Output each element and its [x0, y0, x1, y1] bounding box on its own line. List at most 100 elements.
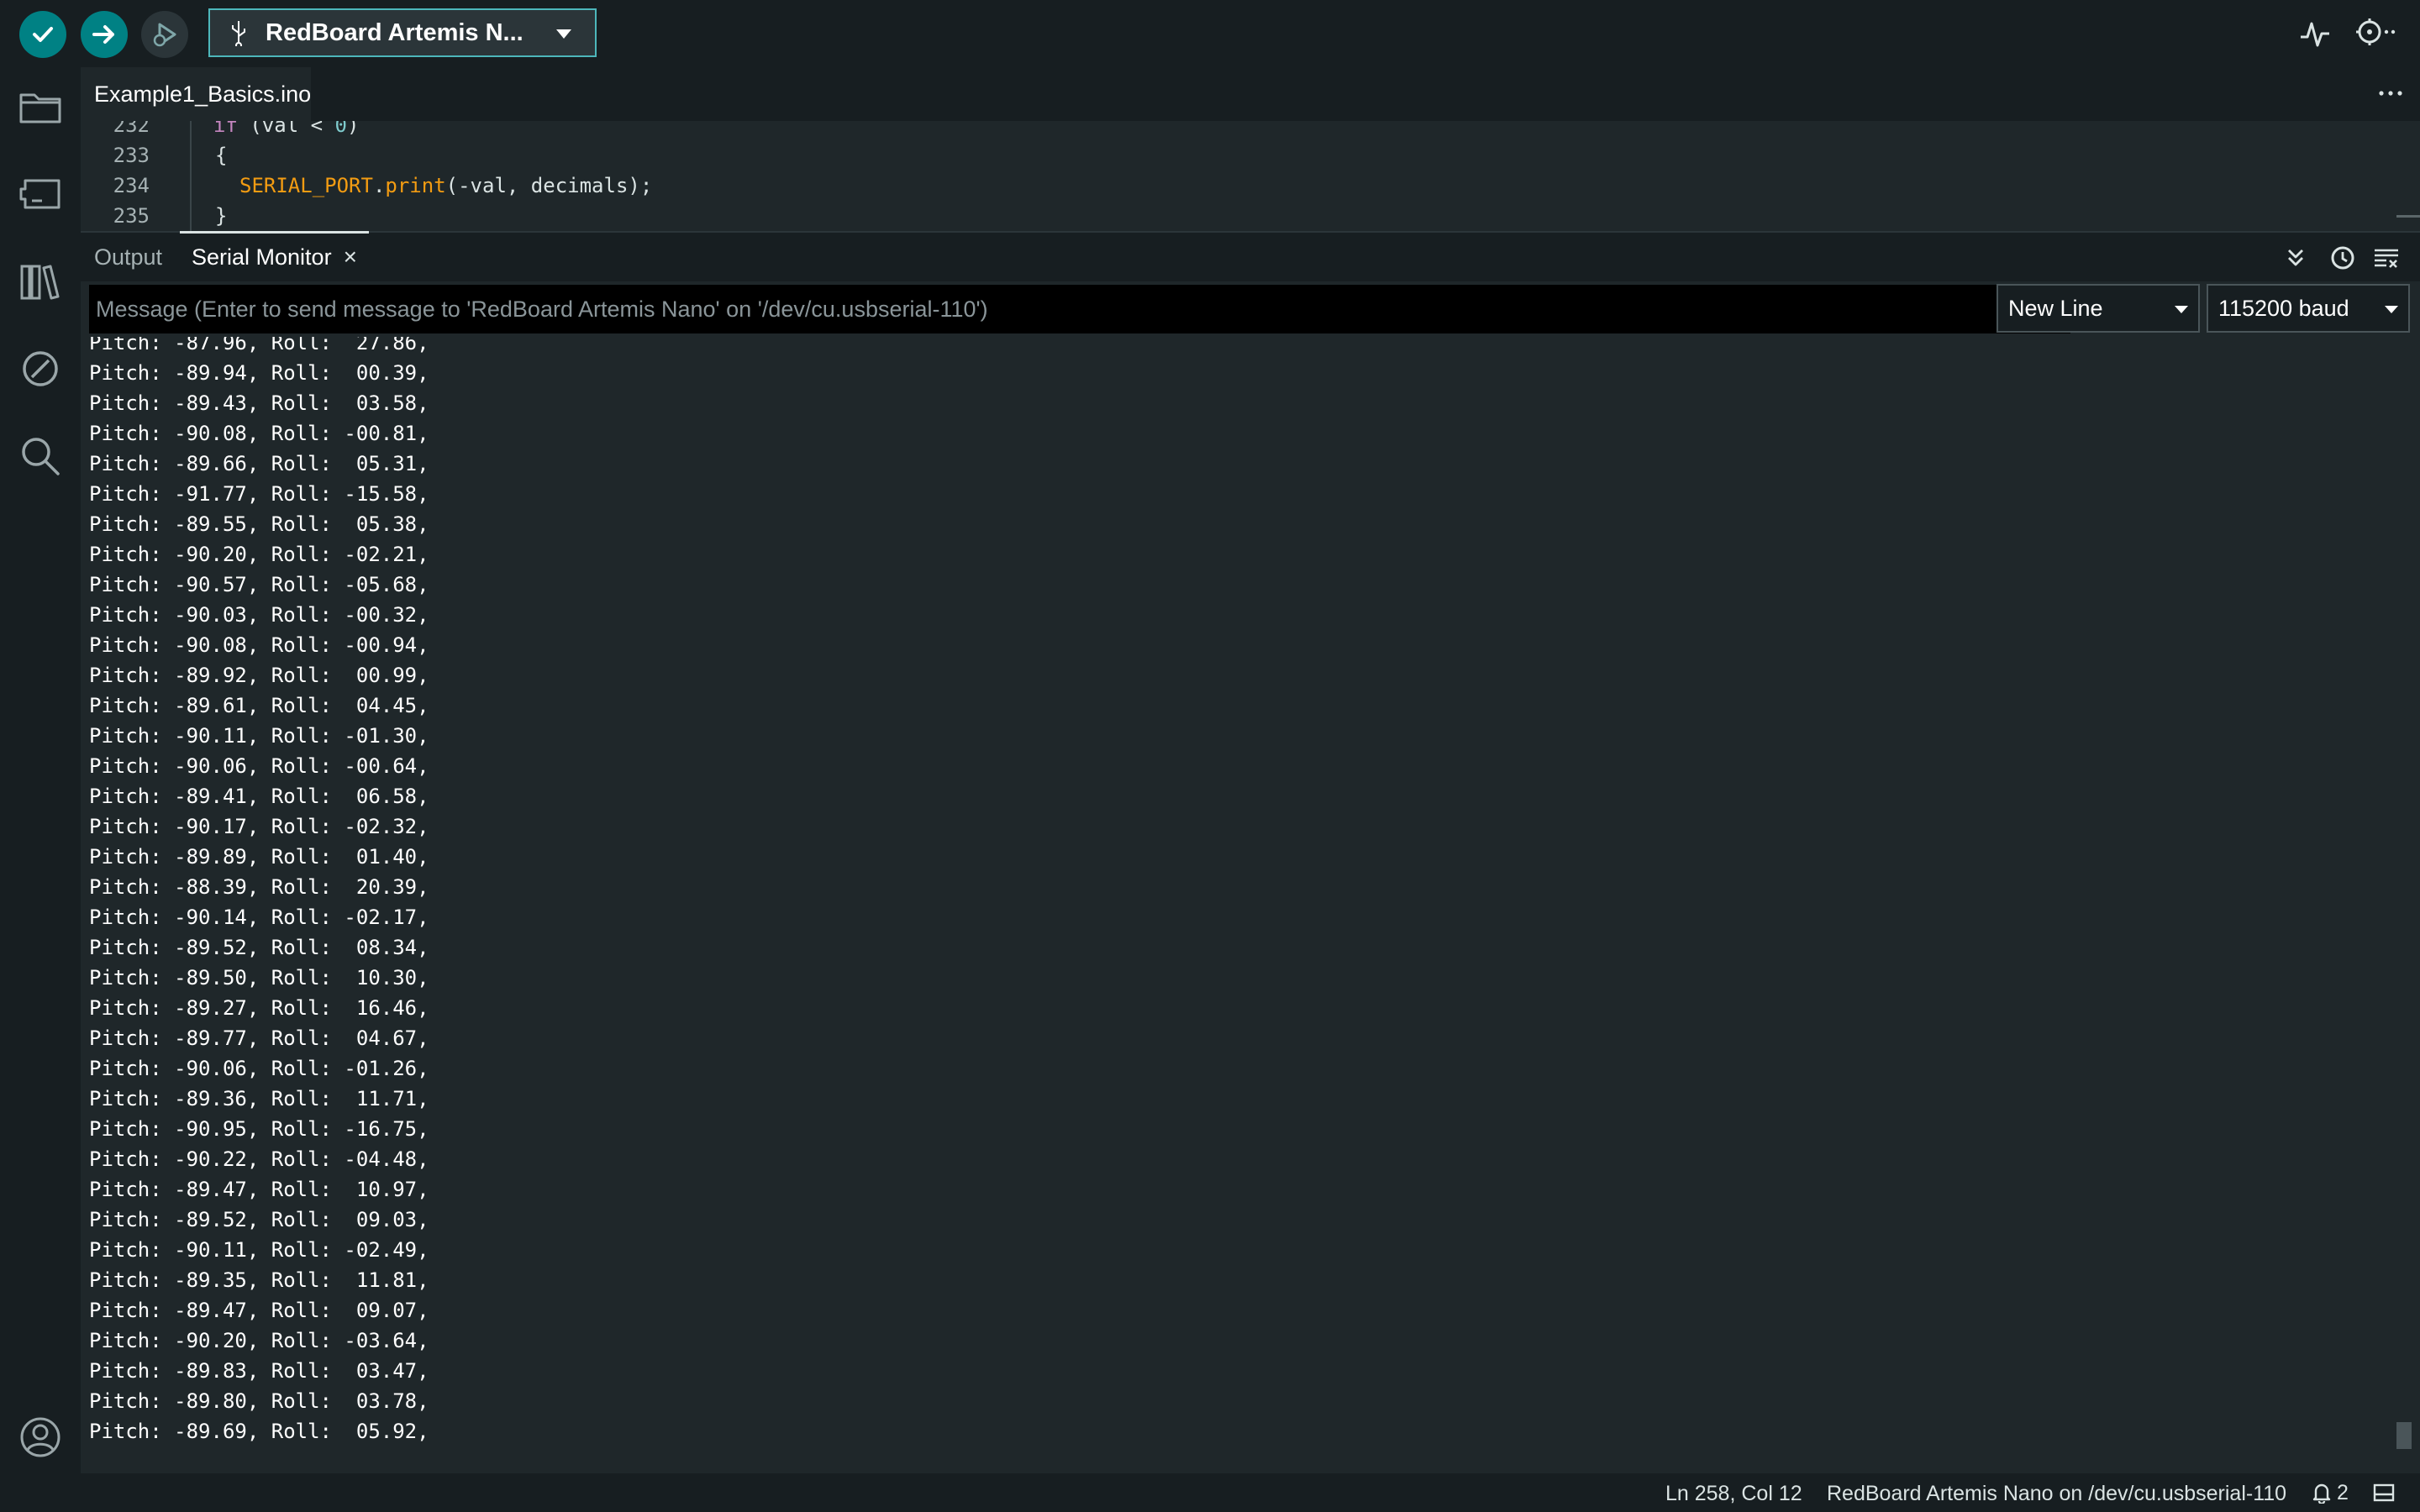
serial-output-line: Pitch: -89.94, Roll: 00.39,: [89, 361, 429, 385]
serial-output-line: Pitch: -90.06, Roll: -01.26,: [89, 1057, 429, 1080]
serial-output-line: Pitch: -89.77, Roll: 04.67,: [89, 1026, 429, 1050]
usb-icon: [232, 21, 245, 46]
tab-output-label: Output: [94, 244, 163, 270]
code-line: 233 {: [81, 144, 2420, 174]
code-function: print: [385, 174, 446, 197]
magnifier-dots-icon: [2356, 18, 2396, 45]
serial-output-line: Pitch: -89.36, Roll: 11.71,: [89, 1087, 429, 1110]
serial-plotter-button[interactable]: [2297, 15, 2334, 56]
code-number: 0: [334, 121, 347, 137]
file-tab[interactable]: Example1_Basics.ino: [81, 67, 311, 121]
debug-play-icon: [153, 23, 176, 47]
serial-output-line: Pitch: -89.35, Roll: 11.81,: [89, 1268, 429, 1292]
serial-output-line: Pitch: -90.20, Roll: -03.64,: [89, 1329, 429, 1352]
panel-toggle-icon: [2373, 1483, 2395, 1502]
serial-output-line: Pitch: -89.41, Roll: 06.58,: [89, 785, 429, 808]
profile-button[interactable]: [18, 1415, 63, 1460]
serial-output-line: Pitch: -90.17, Roll: -02.32,: [89, 815, 429, 838]
autoscroll-button[interactable]: [2282, 244, 2309, 271]
code-text: (-val, decimals);: [445, 174, 653, 197]
output-scrollbar[interactable]: [2396, 1422, 2412, 1449]
serial-output-line: Pitch: -89.80, Roll: 03.78,: [89, 1389, 429, 1413]
line-number: 233: [113, 144, 150, 167]
serial-monitor-button[interactable]: [2353, 15, 2400, 56]
panel-tabs: Output Serial Monitor ×: [81, 231, 2420, 281]
code-line: 234 SERIAL_PORT.print(-val, decimals);: [81, 174, 2420, 204]
serial-output-line: Pitch: -88.39, Roll: 20.39,: [89, 875, 429, 899]
baud-rate-select[interactable]: 115200 baud: [2207, 284, 2410, 333]
chevron-down-icon: [2385, 306, 2398, 313]
serial-output-line: Pitch: -89.47, Roll: 09.07,: [89, 1299, 429, 1322]
close-icon[interactable]: ×: [344, 245, 357, 269]
clock-icon: [2331, 246, 2354, 270]
folder-icon: [19, 93, 61, 123]
notifications-button[interactable]: 2: [2312, 1480, 2349, 1505]
code-keyword: if: [213, 121, 238, 137]
serial-output-line: Pitch: -90.20, Roll: -02.21,: [89, 543, 429, 566]
serial-output-line: Pitch: -89.69, Roll: 05.92,: [89, 1420, 429, 1443]
code-text: (val <: [237, 121, 335, 137]
library-icon: [20, 265, 60, 300]
sidebar-item-debug[interactable]: [18, 346, 63, 391]
verify-button[interactable]: [19, 11, 66, 58]
line-ending-select[interactable]: New Line: [1996, 284, 2200, 333]
code-text: {: [215, 144, 228, 167]
upload-button[interactable]: [81, 11, 128, 58]
serial-output-line: Pitch: -90.03, Roll: -00.32,: [89, 603, 429, 627]
code-text: }: [215, 204, 228, 228]
serial-output-line: Pitch: -89.27, Roll: 16.46,: [89, 996, 429, 1020]
checkmark-icon: [33, 27, 53, 42]
line-number: 235: [113, 204, 150, 228]
code-line: 232 if (val < 0): [81, 121, 2420, 144]
sidebar-item-search[interactable]: [18, 433, 63, 479]
debug-button[interactable]: [141, 11, 188, 58]
chevron-down-icon: [556, 29, 571, 39]
code-area[interactable]: 232 if (val < 0) 233 { 234 SERIAL_PORT.p…: [81, 121, 2420, 231]
baud-rate-value: 115200 baud: [2218, 295, 2349, 321]
arrow-right-icon: [92, 25, 114, 44]
clear-lines-icon: [2375, 249, 2398, 268]
board-icon: [19, 179, 60, 209]
serial-output-line: Pitch: -90.11, Roll: -01.30,: [89, 724, 429, 748]
cursor-position[interactable]: Ln 258, Col 12: [1665, 1482, 1802, 1506]
layout-toggle-button[interactable]: [2373, 1483, 2395, 1508]
timestamp-button[interactable]: [2329, 244, 2356, 271]
no-entry-icon: [23, 351, 58, 386]
serial-output-line: Pitch: -89.61, Roll: 04.45,: [89, 694, 429, 717]
serial-output-line: Pitch: -90.95, Roll: -16.75,: [89, 1117, 429, 1141]
serial-output-line: Pitch: -90.22, Roll: -04.48,: [89, 1147, 429, 1171]
toolbar: RedBoard Artemis N...: [0, 0, 2420, 67]
tab-serial-monitor[interactable]: Serial Monitor ×: [180, 231, 369, 281]
serial-output-line: Pitch: -89.52, Roll: 09.03,: [89, 1208, 429, 1231]
pulse-icon: [2301, 22, 2329, 47]
search-icon: [22, 438, 60, 475]
more-icon[interactable]: [2378, 89, 2403, 97]
board-port-status[interactable]: RedBoard Artemis Nano on /dev/cu.usbseri…: [1827, 1482, 2286, 1506]
editor-scrollbar[interactable]: [2396, 215, 2420, 218]
notifications-count: 2: [2336, 1480, 2349, 1504]
message-input[interactable]: [89, 285, 2070, 333]
editor: Example1_Basics.ino 232 if (val < 0) 233…: [81, 67, 2420, 231]
sidebar-item-boards-manager[interactable]: [18, 171, 63, 217]
serial-output-line: Pitch: -90.08, Roll: -00.94,: [89, 633, 429, 657]
serial-output-line: Pitch: -87.96, Roll: 27.86,: [89, 337, 429, 354]
serial-output-line: Pitch: -89.92, Roll: 00.99,: [89, 664, 429, 687]
serial-output-line: Pitch: -89.89, Roll: 01.40,: [89, 845, 429, 869]
code-line: 235 }: [81, 204, 2420, 231]
board-selector[interactable]: RedBoard Artemis N...: [208, 8, 597, 57]
code-identifier: SERIAL_PORT: [239, 174, 373, 197]
serial-output[interactable]: Pitch: -87.96, Roll: 27.86, Pitch: -89.94…: [81, 337, 2400, 1473]
code-text: ): [346, 121, 360, 137]
code-text: .: [372, 174, 386, 197]
sidebar-item-sketchbook[interactable]: [18, 84, 63, 129]
serial-output-line: Pitch: -90.06, Roll: -00.64,: [89, 754, 429, 778]
sidebar-item-library-manager[interactable]: [18, 259, 63, 304]
double-chevron-down-icon: [2288, 249, 2303, 266]
clear-output-button[interactable]: [2373, 244, 2400, 271]
serial-output-line: Pitch: -90.08, Roll: -00.81,: [89, 422, 429, 445]
serial-output-line: Pitch: -91.77, Roll: -15.58,: [89, 482, 429, 506]
tab-output[interactable]: Output: [94, 233, 162, 281]
serial-monitor: New Line 115200 baud Pitch: -87.96, Roll…: [81, 281, 2420, 1473]
serial-output-line: Pitch: -89.52, Roll: 08.34,: [89, 936, 429, 959]
board-name: RedBoard Artemis N...: [266, 18, 523, 46]
